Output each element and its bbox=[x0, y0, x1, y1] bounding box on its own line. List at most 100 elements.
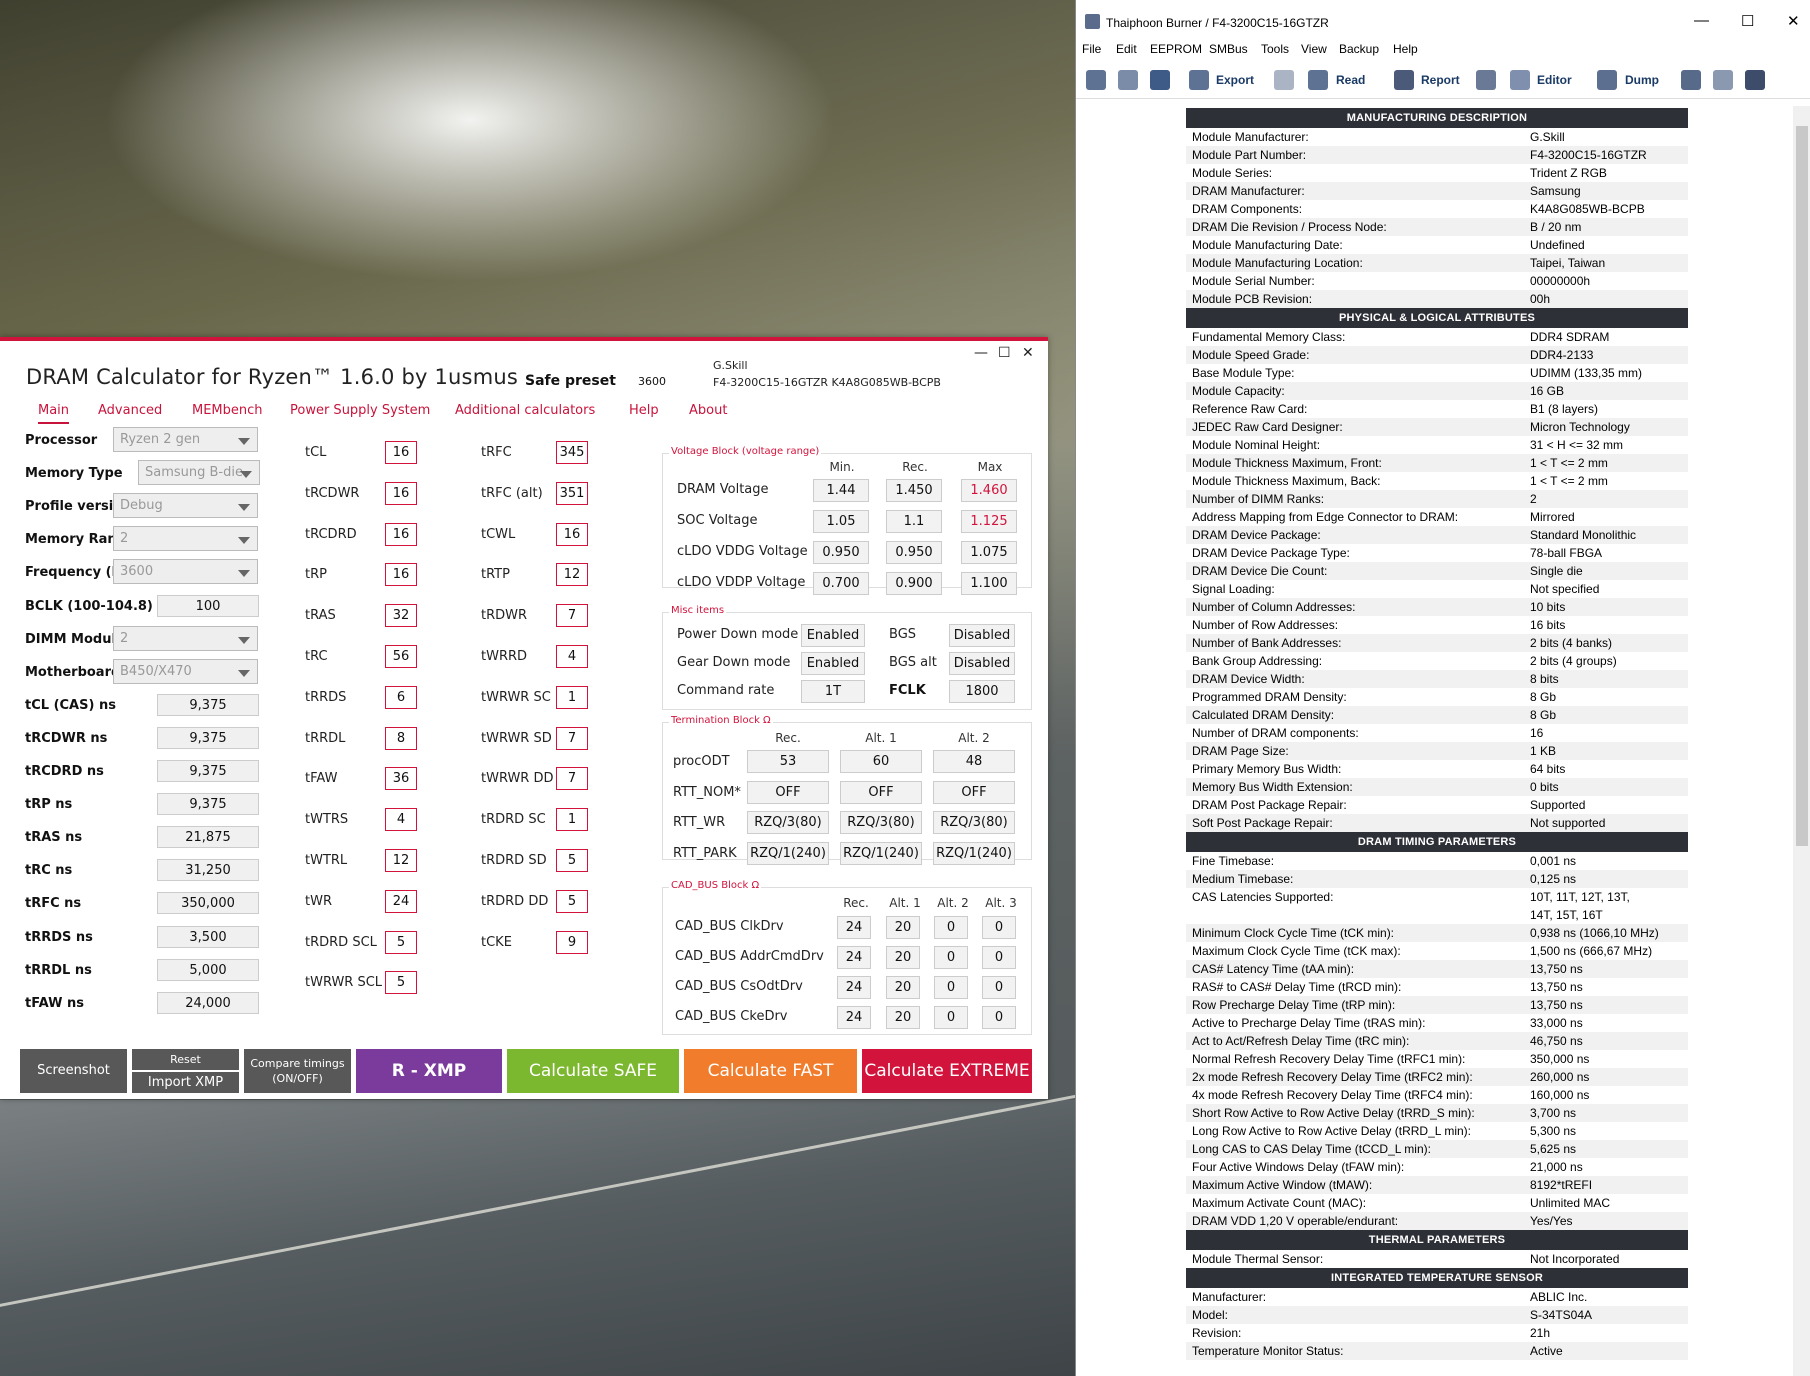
timing-value-twrwr-scl[interactable]: 5 bbox=[385, 971, 417, 995]
maximize-icon[interactable]: ☐ bbox=[998, 345, 1011, 361]
menu-tools[interactable]: Tools bbox=[1261, 42, 1289, 56]
document-icon[interactable] bbox=[1713, 70, 1733, 90]
voltage-value[interactable]: 1.125 bbox=[961, 510, 1017, 533]
voltage-value[interactable]: 0.950 bbox=[886, 541, 942, 564]
editor-icon[interactable] bbox=[1510, 70, 1530, 90]
select-processor[interactable]: Ryzen 2 gen bbox=[113, 427, 258, 452]
timing-value-tcke[interactable]: 9 bbox=[556, 930, 588, 954]
termination-value[interactable]: RZQ/3(80) bbox=[840, 811, 922, 834]
voltage-value[interactable]: 1.100 bbox=[961, 572, 1017, 595]
open-folder-icon[interactable] bbox=[1118, 70, 1138, 90]
tab-membench[interactable]: MEMbench bbox=[192, 403, 263, 418]
scrollbar-thumb[interactable] bbox=[1796, 126, 1808, 846]
termination-value[interactable]: 48 bbox=[933, 750, 1015, 773]
editor-button[interactable]: Editor bbox=[1537, 73, 1572, 87]
timing-value-trdrd-dd[interactable]: 5 bbox=[556, 889, 588, 913]
termination-value[interactable]: RZQ/1(240) bbox=[840, 841, 922, 865]
input-trrdl-ns[interactable]: 5,000 bbox=[157, 958, 259, 981]
voltage-value[interactable]: 0.900 bbox=[886, 572, 942, 595]
menu-edit[interactable]: Edit bbox=[1116, 42, 1137, 56]
timing-value-tcl[interactable]: 16 bbox=[385, 441, 417, 464]
screenshot-button[interactable]: Screenshot bbox=[20, 1049, 127, 1093]
report-button[interactable]: Report bbox=[1421, 73, 1460, 87]
cad-bus-value[interactable]: 24 bbox=[837, 916, 871, 939]
termination-value[interactable]: 60 bbox=[840, 750, 922, 773]
reset-button[interactable]: Reset bbox=[132, 1049, 239, 1070]
input-bclk-100-104-8[interactable]: 100 bbox=[157, 594, 259, 617]
compare-timings-button[interactable]: Compare timings (ON/OFF) bbox=[244, 1049, 351, 1093]
timing-value-trfc[interactable]: 345 bbox=[556, 441, 588, 464]
timing-value-trcdwr[interactable]: 16 bbox=[385, 481, 417, 505]
menu-help[interactable]: Help bbox=[1393, 42, 1418, 56]
voltage-value[interactable]: 1.05 bbox=[813, 510, 869, 533]
timing-value-tras[interactable]: 32 bbox=[385, 604, 417, 628]
tab-about[interactable]: About bbox=[689, 403, 727, 418]
cad-bus-value[interactable]: 0 bbox=[934, 976, 968, 999]
calculate-fast-button[interactable]: Calculate FAST bbox=[684, 1049, 857, 1093]
bgs-value[interactable]: Disabled bbox=[949, 624, 1015, 647]
cad-bus-value[interactable]: 24 bbox=[837, 946, 871, 969]
timing-value-trdrd-sd[interactable]: 5 bbox=[556, 849, 588, 872]
tab-help[interactable]: Help bbox=[629, 403, 659, 418]
timing-value-twtrl[interactable]: 12 bbox=[385, 849, 417, 872]
cad-bus-value[interactable]: 20 bbox=[886, 946, 920, 969]
report-icon[interactable] bbox=[1394, 70, 1414, 90]
termination-value[interactable]: 53 bbox=[747, 750, 829, 773]
timing-value-trc[interactable]: 56 bbox=[385, 645, 417, 668]
calculate-extreme-button[interactable]: Calculate EXTREME bbox=[862, 1049, 1032, 1093]
termination-value[interactable]: OFF bbox=[840, 780, 922, 804]
minimize-icon[interactable]: — bbox=[1694, 12, 1709, 29]
timing-value-trcdrd[interactable]: 16 bbox=[385, 522, 417, 546]
minimize-icon[interactable]: — bbox=[974, 345, 988, 361]
voltage-value[interactable]: 1.075 bbox=[961, 541, 1017, 564]
voltage-value[interactable]: 1.460 bbox=[961, 479, 1017, 502]
cad-bus-value[interactable]: 20 bbox=[886, 1006, 920, 1029]
dump-icon[interactable] bbox=[1597, 70, 1617, 90]
command-rate-value[interactable]: 1T bbox=[801, 680, 865, 703]
menu-smbus[interactable]: SMBus bbox=[1209, 42, 1248, 56]
timing-value-twr[interactable]: 24 bbox=[385, 889, 417, 913]
vertical-scrollbar[interactable] bbox=[1793, 106, 1810, 1376]
bgs-alt-value[interactable]: Disabled bbox=[949, 652, 1015, 675]
export-button[interactable]: Export bbox=[1216, 73, 1254, 87]
termination-value[interactable]: RZQ/3(80) bbox=[747, 811, 829, 834]
voltage-value[interactable]: 0.700 bbox=[813, 572, 869, 595]
timing-value-trdrd-scl[interactable]: 5 bbox=[385, 930, 417, 954]
timing-value-tcwl[interactable]: 16 bbox=[556, 522, 588, 546]
menu-file[interactable]: File bbox=[1082, 42, 1101, 56]
input-trp-ns[interactable]: 9,375 bbox=[157, 793, 259, 816]
cad-bus-value[interactable]: 0 bbox=[934, 1006, 968, 1029]
timing-value-trfc-alt-[interactable]: 351 bbox=[556, 481, 588, 505]
cad-bus-value[interactable]: 0 bbox=[982, 946, 1016, 969]
maximize-icon[interactable]: ☐ bbox=[1741, 12, 1754, 30]
tab-additional-calculators[interactable]: Additional calculators bbox=[455, 403, 595, 418]
input-trrds-ns[interactable]: 3,500 bbox=[157, 925, 259, 948]
menu-view[interactable]: View bbox=[1301, 42, 1327, 56]
select-profile-version[interactable]: Debug bbox=[113, 493, 258, 519]
input-trfc-ns[interactable]: 350,000 bbox=[157, 892, 259, 915]
voltage-value[interactable]: 1.1 bbox=[886, 510, 942, 533]
timing-value-twtrs[interactable]: 4 bbox=[385, 808, 417, 832]
timing-value-trdrd-sc[interactable]: 1 bbox=[556, 808, 588, 832]
voltage-value[interactable]: 1.44 bbox=[813, 479, 869, 502]
close-icon[interactable]: ✕ bbox=[1022, 345, 1034, 361]
cad-bus-value[interactable]: 0 bbox=[982, 976, 1016, 999]
r-xmp-button[interactable]: R - XMP bbox=[356, 1049, 502, 1093]
voltage-value[interactable]: 0.950 bbox=[813, 541, 869, 564]
select-memory-rank[interactable]: 2 bbox=[113, 526, 258, 552]
import-xmp-button[interactable]: Import XMP bbox=[132, 1072, 239, 1093]
timing-value-twrwr-sc[interactable]: 1 bbox=[556, 685, 588, 709]
termination-value[interactable]: OFF bbox=[747, 780, 829, 804]
select-memory-type[interactable]: Samsung B-die bbox=[138, 460, 260, 486]
lock-icon[interactable] bbox=[1274, 70, 1294, 90]
cad-bus-value[interactable]: 0 bbox=[982, 1006, 1016, 1029]
dump-button[interactable]: Dump bbox=[1625, 73, 1659, 87]
voltage-value[interactable]: 1.450 bbox=[886, 479, 942, 502]
tab-power-supply-system[interactable]: Power Supply System bbox=[290, 403, 430, 418]
cad-bus-value[interactable]: 24 bbox=[837, 976, 871, 999]
settings-gear-icon[interactable] bbox=[1086, 70, 1106, 90]
input-tcl-cas-ns[interactable]: 9,375 bbox=[157, 693, 259, 716]
timing-value-twrwr-dd[interactable]: 7 bbox=[556, 767, 588, 791]
read-icon[interactable] bbox=[1308, 70, 1328, 90]
save-disk-icon[interactable] bbox=[1150, 70, 1170, 90]
